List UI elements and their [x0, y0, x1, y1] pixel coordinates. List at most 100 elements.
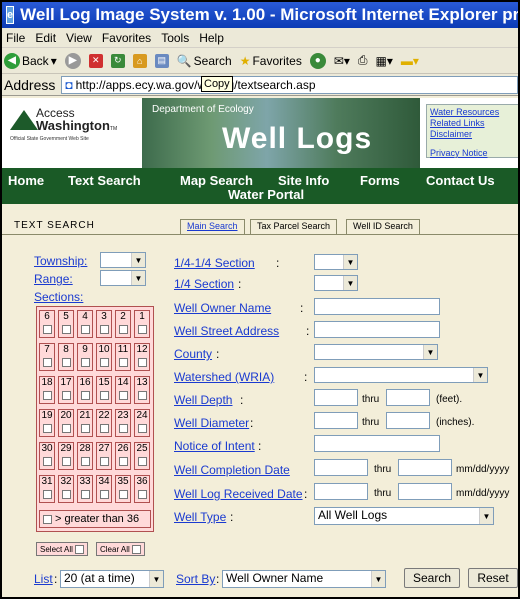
section-checkbox[interactable]	[118, 325, 128, 334]
diameter-to-input[interactable]	[386, 412, 430, 429]
received-from-input[interactable]	[314, 483, 368, 500]
section-checkbox[interactable]	[80, 325, 90, 334]
back-button[interactable]: ◀ Back ▾	[4, 52, 57, 69]
section-checkbox[interactable]	[80, 358, 90, 367]
section-checkbox[interactable]	[99, 358, 109, 367]
section-checkbox[interactable]	[42, 490, 52, 499]
menu-file[interactable]: File	[6, 31, 25, 45]
section-checkbox[interactable]	[42, 325, 52, 334]
forward-arrow-icon[interactable]: ▶	[64, 52, 81, 69]
folder-icon[interactable]: ▬▾	[401, 54, 419, 68]
select-all-button[interactable]: Select All	[36, 542, 88, 556]
section-checkbox[interactable]	[80, 424, 90, 433]
received-to-input[interactable]	[398, 483, 452, 500]
tab-well-id-search[interactable]: Well ID Search	[346, 219, 420, 234]
section-checkbox[interactable]	[61, 457, 71, 466]
depth-from-input[interactable]	[314, 389, 358, 406]
nav-forms[interactable]: Forms	[360, 173, 400, 188]
tab-main-search[interactable]: Main Search	[180, 219, 245, 234]
menu-edit[interactable]: Edit	[35, 31, 56, 45]
list-select[interactable]: 20 (at a time) ▼	[60, 570, 164, 588]
list-label[interactable]: List	[34, 572, 53, 586]
completion-from-input[interactable]	[314, 459, 368, 476]
section-checkbox[interactable]	[137, 391, 147, 400]
home-icon[interactable]: ⌂	[132, 53, 147, 68]
section-checkbox[interactable]	[99, 424, 109, 433]
section-checkbox[interactable]	[137, 358, 147, 367]
section-checkbox[interactable]	[42, 457, 52, 466]
greater-than-36-option[interactable]: > greater than 36	[39, 510, 151, 528]
section-checkbox[interactable]	[61, 424, 71, 433]
greater-than-36-checkbox[interactable]	[43, 514, 52, 524]
section-checkbox[interactable]	[80, 490, 90, 499]
access-washington-logo[interactable]: Access WashingtonTM Official State Gover…	[10, 106, 140, 156]
section-checkbox[interactable]	[80, 457, 90, 466]
township-label[interactable]: Township:	[34, 254, 87, 268]
watershed-label[interactable]: Watershed (WRIA)	[174, 370, 274, 384]
section-checkbox[interactable]	[42, 358, 52, 367]
link-water-resources[interactable]: Water Resources	[430, 107, 516, 118]
link-privacy-notice[interactable]: Privacy Notice	[430, 148, 516, 159]
watershed-select[interactable]: ▼	[314, 367, 488, 383]
well-diameter-label[interactable]: Well Diameter	[174, 416, 249, 430]
address-input[interactable]: ◘ http://apps.ecy.wa.gov/welllog/textsea…	[61, 75, 518, 94]
favorites-button[interactable]: ★ Favorites	[240, 54, 302, 68]
street-address-input[interactable]	[314, 321, 440, 338]
section-checkbox[interactable]	[99, 457, 109, 466]
section-checkbox[interactable]	[118, 490, 128, 499]
depth-to-input[interactable]	[386, 389, 430, 406]
print-icon[interactable]: ⎙	[358, 53, 368, 68]
section-checkbox[interactable]	[61, 490, 71, 499]
menu-favorites[interactable]: Favorites	[102, 31, 151, 45]
section-checkbox[interactable]	[118, 391, 128, 400]
county-label[interactable]: County	[174, 347, 212, 361]
menu-view[interactable]: View	[66, 31, 92, 45]
nav-water-portal[interactable]: Water Portal	[228, 187, 304, 202]
mail-icon[interactable]: ✉▾	[334, 54, 350, 68]
menu-help[interactable]: Help	[199, 31, 224, 45]
link-related-links[interactable]: Related Links	[430, 118, 516, 129]
sections-label[interactable]: Sections:	[34, 290, 83, 304]
diameter-from-input[interactable]	[314, 412, 358, 429]
owner-name-label[interactable]: Well Owner Name	[174, 301, 271, 315]
county-select[interactable]: ▼	[314, 344, 438, 360]
well-type-label[interactable]: Well Type	[174, 510, 226, 524]
township-select[interactable]: ▼	[100, 252, 146, 268]
range-select[interactable]: ▼	[100, 270, 146, 286]
quarter-quarter-select[interactable]: ▼	[314, 254, 358, 270]
link-disclaimer[interactable]: Disclaimer	[430, 129, 516, 140]
completion-date-label[interactable]: Well Completion Date	[174, 463, 290, 477]
section-checkbox[interactable]	[99, 490, 109, 499]
search-button[interactable]: 🔍 Search	[177, 54, 232, 68]
section-checkbox[interactable]	[61, 391, 71, 400]
notice-of-intent-input[interactable]	[314, 435, 440, 452]
notice-of-intent-label[interactable]: Notice of Intent	[174, 439, 255, 453]
sort-by-select[interactable]: Well Owner Name ▼	[222, 570, 386, 588]
quarter-section-select[interactable]: ▼	[314, 275, 358, 291]
section-checkbox[interactable]	[137, 424, 147, 433]
section-checkbox[interactable]	[61, 325, 71, 334]
section-checkbox[interactable]	[137, 457, 147, 466]
nav-text-search[interactable]: Text Search	[68, 173, 141, 188]
street-address-label[interactable]: Well Street Address	[174, 324, 279, 338]
quarter-quarter-label[interactable]: 1/4-1/4 Section	[174, 256, 255, 270]
nav-site-info[interactable]: Site Info	[278, 173, 329, 188]
nav-contact-us[interactable]: Contact Us	[426, 173, 495, 188]
section-checkbox[interactable]	[137, 325, 147, 334]
section-checkbox[interactable]	[118, 424, 128, 433]
received-date-label[interactable]: Well Log Received Date	[174, 487, 303, 501]
clear-all-button[interactable]: Clear All	[96, 542, 145, 556]
completion-to-input[interactable]	[398, 459, 452, 476]
page-icon[interactable]: ▤	[154, 53, 169, 68]
media-icon[interactable]: ●	[309, 52, 326, 69]
tab-tax-parcel-search[interactable]: Tax Parcel Search	[250, 219, 338, 234]
stop-icon[interactable]: ✕	[88, 53, 103, 68]
section-checkbox[interactable]	[61, 358, 71, 367]
section-checkbox[interactable]	[99, 391, 109, 400]
refresh-icon[interactable]: ↻	[110, 53, 125, 68]
owner-name-input[interactable]	[314, 298, 440, 315]
sort-by-label[interactable]: Sort By	[176, 572, 215, 586]
quarter-section-label[interactable]: 1/4 Section	[174, 277, 234, 291]
nav-map-search[interactable]: Map Search	[180, 173, 253, 188]
section-checkbox[interactable]	[118, 457, 128, 466]
